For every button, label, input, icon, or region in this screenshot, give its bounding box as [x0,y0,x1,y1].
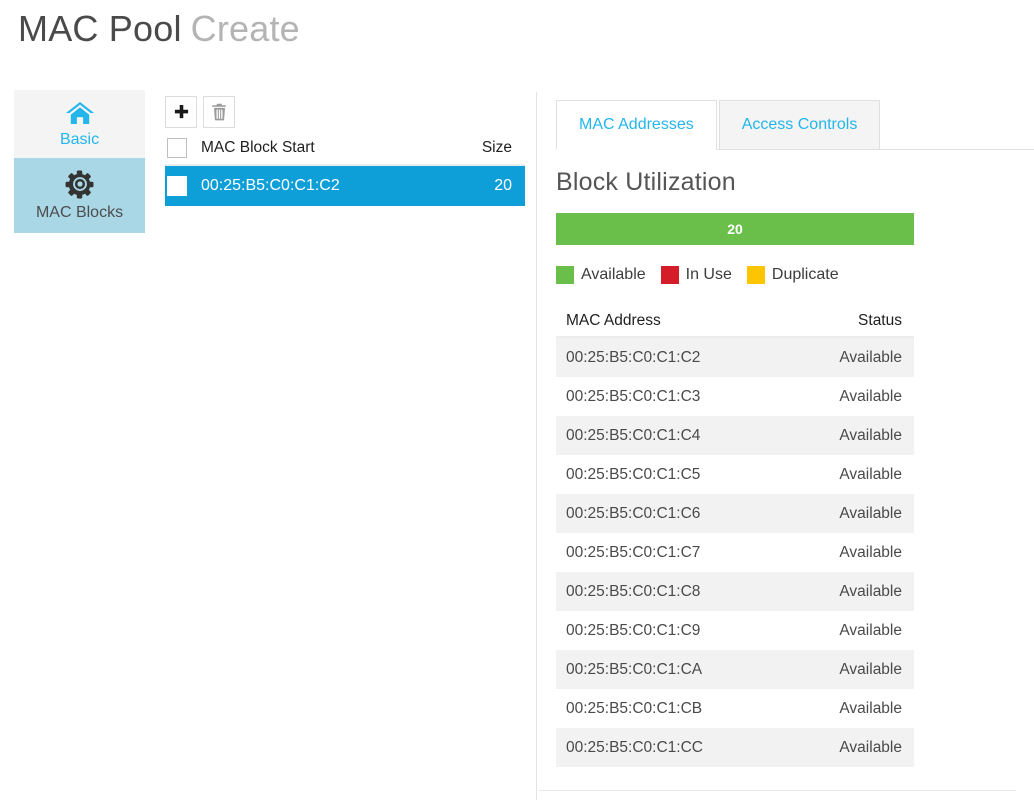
utilization-segment-available-value: 20 [727,221,743,237]
mac-address-table-header: MAC Address Status [556,306,914,338]
details-tabs: MAC Addresses Access Controls [556,100,1034,150]
cell-status: Available [839,582,902,600]
tab-access-controls[interactable]: Access Controls [718,100,881,150]
cell-status: Available [839,660,902,678]
cell-status: Available [839,543,902,561]
list-item[interactable]: 00:25:B5:C0:C1:C5 Available [556,455,914,494]
cell-mac-address: 00:25:B5:C0:C1:C4 [566,426,701,444]
cell-mac-address: 00:25:B5:C0:C1:CA [566,660,703,678]
sidebar-item-mac-blocks-label: MAC Blocks [35,204,124,221]
list-item[interactable]: 00:25:B5:C0:C1:C8 Available [556,572,914,611]
section-title-block-utilization: Block Utilization [556,168,736,196]
cell-mac-address: 00:25:B5:C0:C1:C5 [566,465,701,483]
cell-status: Available [839,504,902,522]
cell-status: Available [839,465,902,483]
cell-mac-block-start: 00:25:B5:C0:C1:C2 [201,177,340,194]
legend-item-in-use: In Use [660,266,732,284]
table-row[interactable]: 00:25:B5:C0:C1:C2 20 [165,166,525,206]
gear-icon [65,169,95,199]
mac-blocks-table: MAC Block Start Size 00:25:B5:C0:C1:C2 2… [165,132,525,206]
sidebar-item-mac-blocks[interactable]: MAC Blocks [14,158,145,233]
tab-access-controls-label: Access Controls [741,116,858,133]
mac-blocks-table-header: MAC Block Start Size [165,132,525,166]
mac-address-rows: 00:25:B5:C0:C1:C2 Available 00:25:B5:C0:… [556,338,914,767]
trash-icon [211,103,226,121]
mac-address-table: MAC Address Status 00:25:B5:C0:C1:C2 Ava… [556,306,914,767]
sidebar-item-basic[interactable]: Basic [14,90,145,158]
column-header-status[interactable]: Status [792,312,902,330]
sidebar-item-basic-label: Basic [59,130,100,148]
cell-mac-address: 00:25:B5:C0:C1:C6 [566,504,701,522]
cell-status: Available [839,348,902,366]
panel-divider [536,92,537,800]
blocks-toolbar [165,96,525,128]
panel-bottom-rule [538,790,1016,791]
cell-status: Available [839,699,902,717]
legend-label-in-use: In Use [685,266,732,283]
legend-swatch-available [556,266,574,284]
cell-mac-address: 00:25:B5:C0:C1:CC [566,738,703,756]
list-item[interactable]: 00:25:B5:C0:C1:CC Available [556,728,914,767]
page-title-sub: Create [190,8,300,49]
select-all-checkbox[interactable] [167,138,187,158]
legend-label-available: Available [581,266,646,283]
cell-status: Available [839,387,902,405]
row-checkbox[interactable] [167,176,187,196]
list-item[interactable]: 00:25:B5:C0:C1:C6 Available [556,494,914,533]
cell-size: 20 [494,177,512,194]
column-header-size[interactable]: Size [455,139,525,157]
home-icon [65,100,95,126]
tab-mac-addresses-label: MAC Addresses [579,116,694,133]
column-header-mac-block-start[interactable]: MAC Block Start [201,139,455,157]
list-item[interactable]: 00:25:B5:C0:C1:CB Available [556,689,914,728]
block-details-panel: MAC Addresses Access Controls Block Util… [538,100,1034,791]
cell-mac-address: 00:25:B5:C0:C1:CB [566,699,703,717]
block-utilization-bar: 20 [556,213,914,245]
cell-mac-address: 00:25:B5:C0:C1:C3 [566,387,701,405]
list-item[interactable]: 00:25:B5:C0:C1:CA Available [556,650,914,689]
page-title: MAC Pool Create [18,8,300,50]
page-title-main: MAC Pool [18,8,182,49]
cell-status: Available [839,621,902,639]
list-item[interactable]: 00:25:B5:C0:C1:C7 Available [556,533,914,572]
cell-mac-address: 00:25:B5:C0:C1:C9 [566,621,701,639]
legend-item-available: Available [556,266,646,284]
legend-swatch-duplicate [746,266,765,284]
list-item[interactable]: 00:25:B5:C0:C1:C9 Available [556,611,914,650]
add-block-button[interactable] [165,96,197,128]
plus-icon [174,104,188,118]
list-item[interactable]: 00:25:B5:C0:C1:C4 Available [556,416,914,455]
cell-mac-address: 00:25:B5:C0:C1:C7 [566,543,701,561]
legend-swatch-in-use [660,266,679,284]
cell-status: Available [839,738,902,756]
mac-blocks-panel: MAC Block Start Size 00:25:B5:C0:C1:C2 2… [165,96,525,206]
tab-mac-addresses[interactable]: MAC Addresses [556,100,717,150]
utilization-segment-available: 20 [556,213,914,245]
cell-status: Available [839,426,902,444]
list-item[interactable]: 00:25:B5:C0:C1:C2 Available [556,338,914,377]
wizard-nav: Basic MAC Blocks [14,90,145,233]
delete-block-button[interactable] [203,96,235,128]
select-all-checkbox-cell[interactable] [167,138,201,158]
cell-mac-address: 00:25:B5:C0:C1:C8 [566,582,701,600]
legend-item-duplicate: Duplicate [746,266,839,284]
list-item[interactable]: 00:25:B5:C0:C1:C3 Available [556,377,914,416]
legend-label-duplicate: Duplicate [771,266,839,283]
column-header-mac-address[interactable]: MAC Address [566,312,792,330]
row-checkbox-cell[interactable] [167,176,201,196]
mac-pool-create-page: MAC Pool Create Basic MAC Blocks MAC Blo… [0,0,1034,800]
utilization-legend: Available In Use Duplicate [556,266,1034,284]
cell-mac-address: 00:25:B5:C0:C1:C2 [566,348,701,366]
